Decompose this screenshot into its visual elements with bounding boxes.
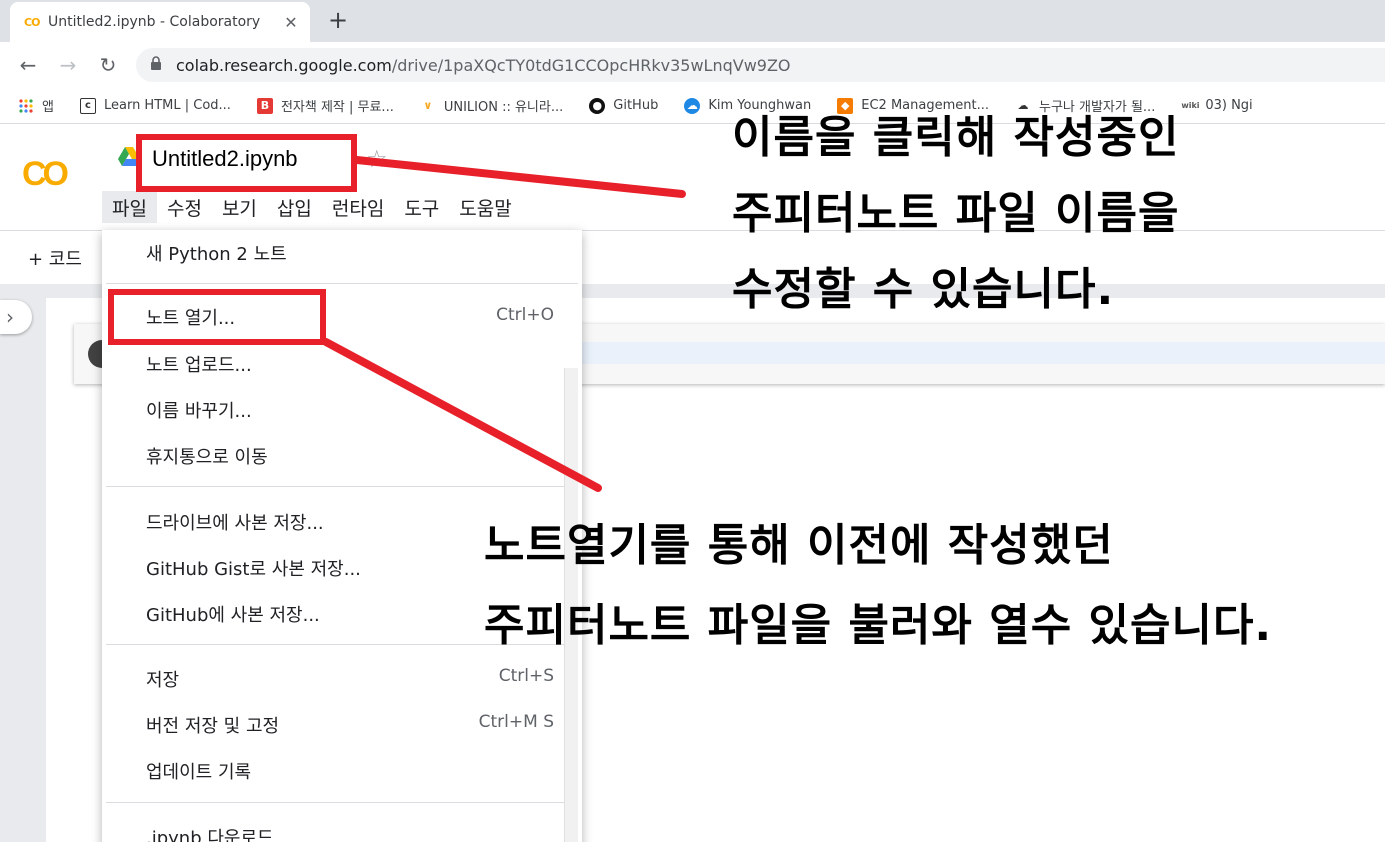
browser-tab-strip: CO Untitled2.ipynb - Colaboratory ✕ + <box>0 0 1385 42</box>
bookmark-wikidocs[interactable]: wiki 03) Ngi <box>1181 98 1252 114</box>
codecademy-icon: c <box>79 97 96 114</box>
browser-tab[interactable]: CO Untitled2.ipynb - Colaboratory ✕ <box>10 2 310 42</box>
menu-runtime[interactable]: 런타임 <box>322 191 394 223</box>
apps-grid-icon <box>18 98 34 114</box>
tab-title: Untitled2.ipynb - Colaboratory <box>48 14 261 30</box>
menu-move-to-trash[interactable]: 휴지통으로 이동 <box>146 443 268 469</box>
wikidocs-icon: wiki <box>1181 100 1200 110</box>
open-annotation-line-2: 주피터노트 파일을 불러와 열수 있습니다. <box>484 600 1273 651</box>
url-host: colab.research.google.com <box>176 55 392 75</box>
bookmark-label: UNILION :: 유니라... <box>443 100 564 115</box>
rename-annotation-line-3: 수정할 수 있습니다. <box>732 264 1115 315</box>
add-code-button[interactable]: + 코드 <box>28 245 82 271</box>
bookmark-github[interactable]: ● GitHub <box>589 97 659 114</box>
star-icon[interactable]: ☆ <box>366 145 388 173</box>
open-notebook-highlight-box <box>108 289 326 345</box>
browser-toolbar: ← → ↻ colab.research.google.com/drive/1p… <box>0 42 1385 88</box>
shortcut-open: Ctrl+O <box>496 305 554 325</box>
ebook-icon: B <box>256 97 273 114</box>
forward-arrow-icon[interactable]: → <box>54 51 82 79</box>
menu-divider <box>106 802 578 803</box>
menu-save[interactable]: 저장 <box>146 666 179 692</box>
github-icon: ● <box>589 97 606 114</box>
bookmark-ebook[interactable]: B 전자책 제작 | 무료... <box>256 96 394 115</box>
menu-download-ipynb[interactable]: .ipynb 다운로드 <box>146 824 274 842</box>
reload-icon[interactable]: ↻ <box>94 51 122 79</box>
menu-upload-notebook[interactable]: 노트 업로드... <box>146 351 252 377</box>
menu-divider <box>106 486 578 487</box>
rename-annotation-line-2: 주피터노트 파일 이름을 <box>732 188 1180 239</box>
open-annotation-line-1: 노트열기를 통해 이전에 작성했던 <box>484 520 1114 571</box>
menu-divider <box>106 283 578 284</box>
bookmark-apps[interactable]: 앱 <box>18 96 54 115</box>
menu-insert[interactable]: 삽입 <box>267 191 322 223</box>
shortcut-save: Ctrl+S <box>498 666 554 686</box>
menu-file[interactable]: 파일 <box>102 191 157 223</box>
screen: CO Untitled2.ipynb - Colaboratory ✕ + ← … <box>0 0 1385 842</box>
menu-tools[interactable]: 도구 <box>394 191 449 223</box>
shortcut-pin-revision: Ctrl+M S <box>478 712 554 732</box>
cloud-icon: ☁ <box>684 97 701 114</box>
bookmark-label: 앱 <box>42 100 54 115</box>
bookmark-label: GitHub <box>613 98 659 113</box>
menu-edit[interactable]: 수정 <box>157 191 212 223</box>
menu-help[interactable]: 도움말 <box>449 191 521 223</box>
close-tab-icon[interactable]: ✕ <box>282 13 300 32</box>
unilion-icon: ∨ <box>423 98 433 112</box>
url-path: /drive/1paXQcTY0tdG1CCOpcHRkv35wLnqVw9ZO <box>391 55 791 75</box>
menu-rename[interactable]: 이름 바꾸기... <box>146 397 252 423</box>
bookmark-label: Learn HTML | Cod... <box>103 98 231 113</box>
menu-revision-history[interactable]: 업데이트 기록 <box>146 758 251 784</box>
menu-new-python2-notebook[interactable]: 새 Python 2 노트 <box>146 240 287 266</box>
new-tab-button[interactable]: + <box>324 6 352 34</box>
menu-view[interactable]: 보기 <box>212 191 267 223</box>
colab-favicon-icon: CO <box>24 15 40 29</box>
menu-save-copy-github[interactable]: GitHub에 사본 저장... <box>146 601 320 627</box>
menu-save-copy-gist[interactable]: GitHub Gist로 사본 저장... <box>146 555 361 581</box>
back-arrow-icon[interactable]: ← <box>14 51 42 79</box>
bookmark-codecademy[interactable]: c Learn HTML | Cod... <box>79 97 231 114</box>
lock-icon <box>150 56 176 74</box>
title-highlight-box <box>136 134 357 192</box>
address-bar[interactable]: colab.research.google.com/drive/1paXQcTY… <box>136 48 1385 82</box>
rename-annotation-line-1: 이름을 클릭해 작성중인 <box>732 112 1180 163</box>
colab-logo[interactable]: CO <box>22 155 69 194</box>
bookmark-unilion[interactable]: ∨ UNILION :: 유니라... <box>420 96 564 116</box>
menu-save-copy-drive[interactable]: 드라이브에 사본 저장... <box>146 509 324 535</box>
menu-save-pin-revision[interactable]: 버전 저장 및 고정 <box>146 712 279 738</box>
bookmark-label: 03) Ngi <box>1205 98 1253 113</box>
menubar: 파일 수정 보기 삽입 런타임 도구 도움말 <box>102 191 522 223</box>
bookmark-label: 전자책 제작 | 무료... <box>280 100 394 115</box>
